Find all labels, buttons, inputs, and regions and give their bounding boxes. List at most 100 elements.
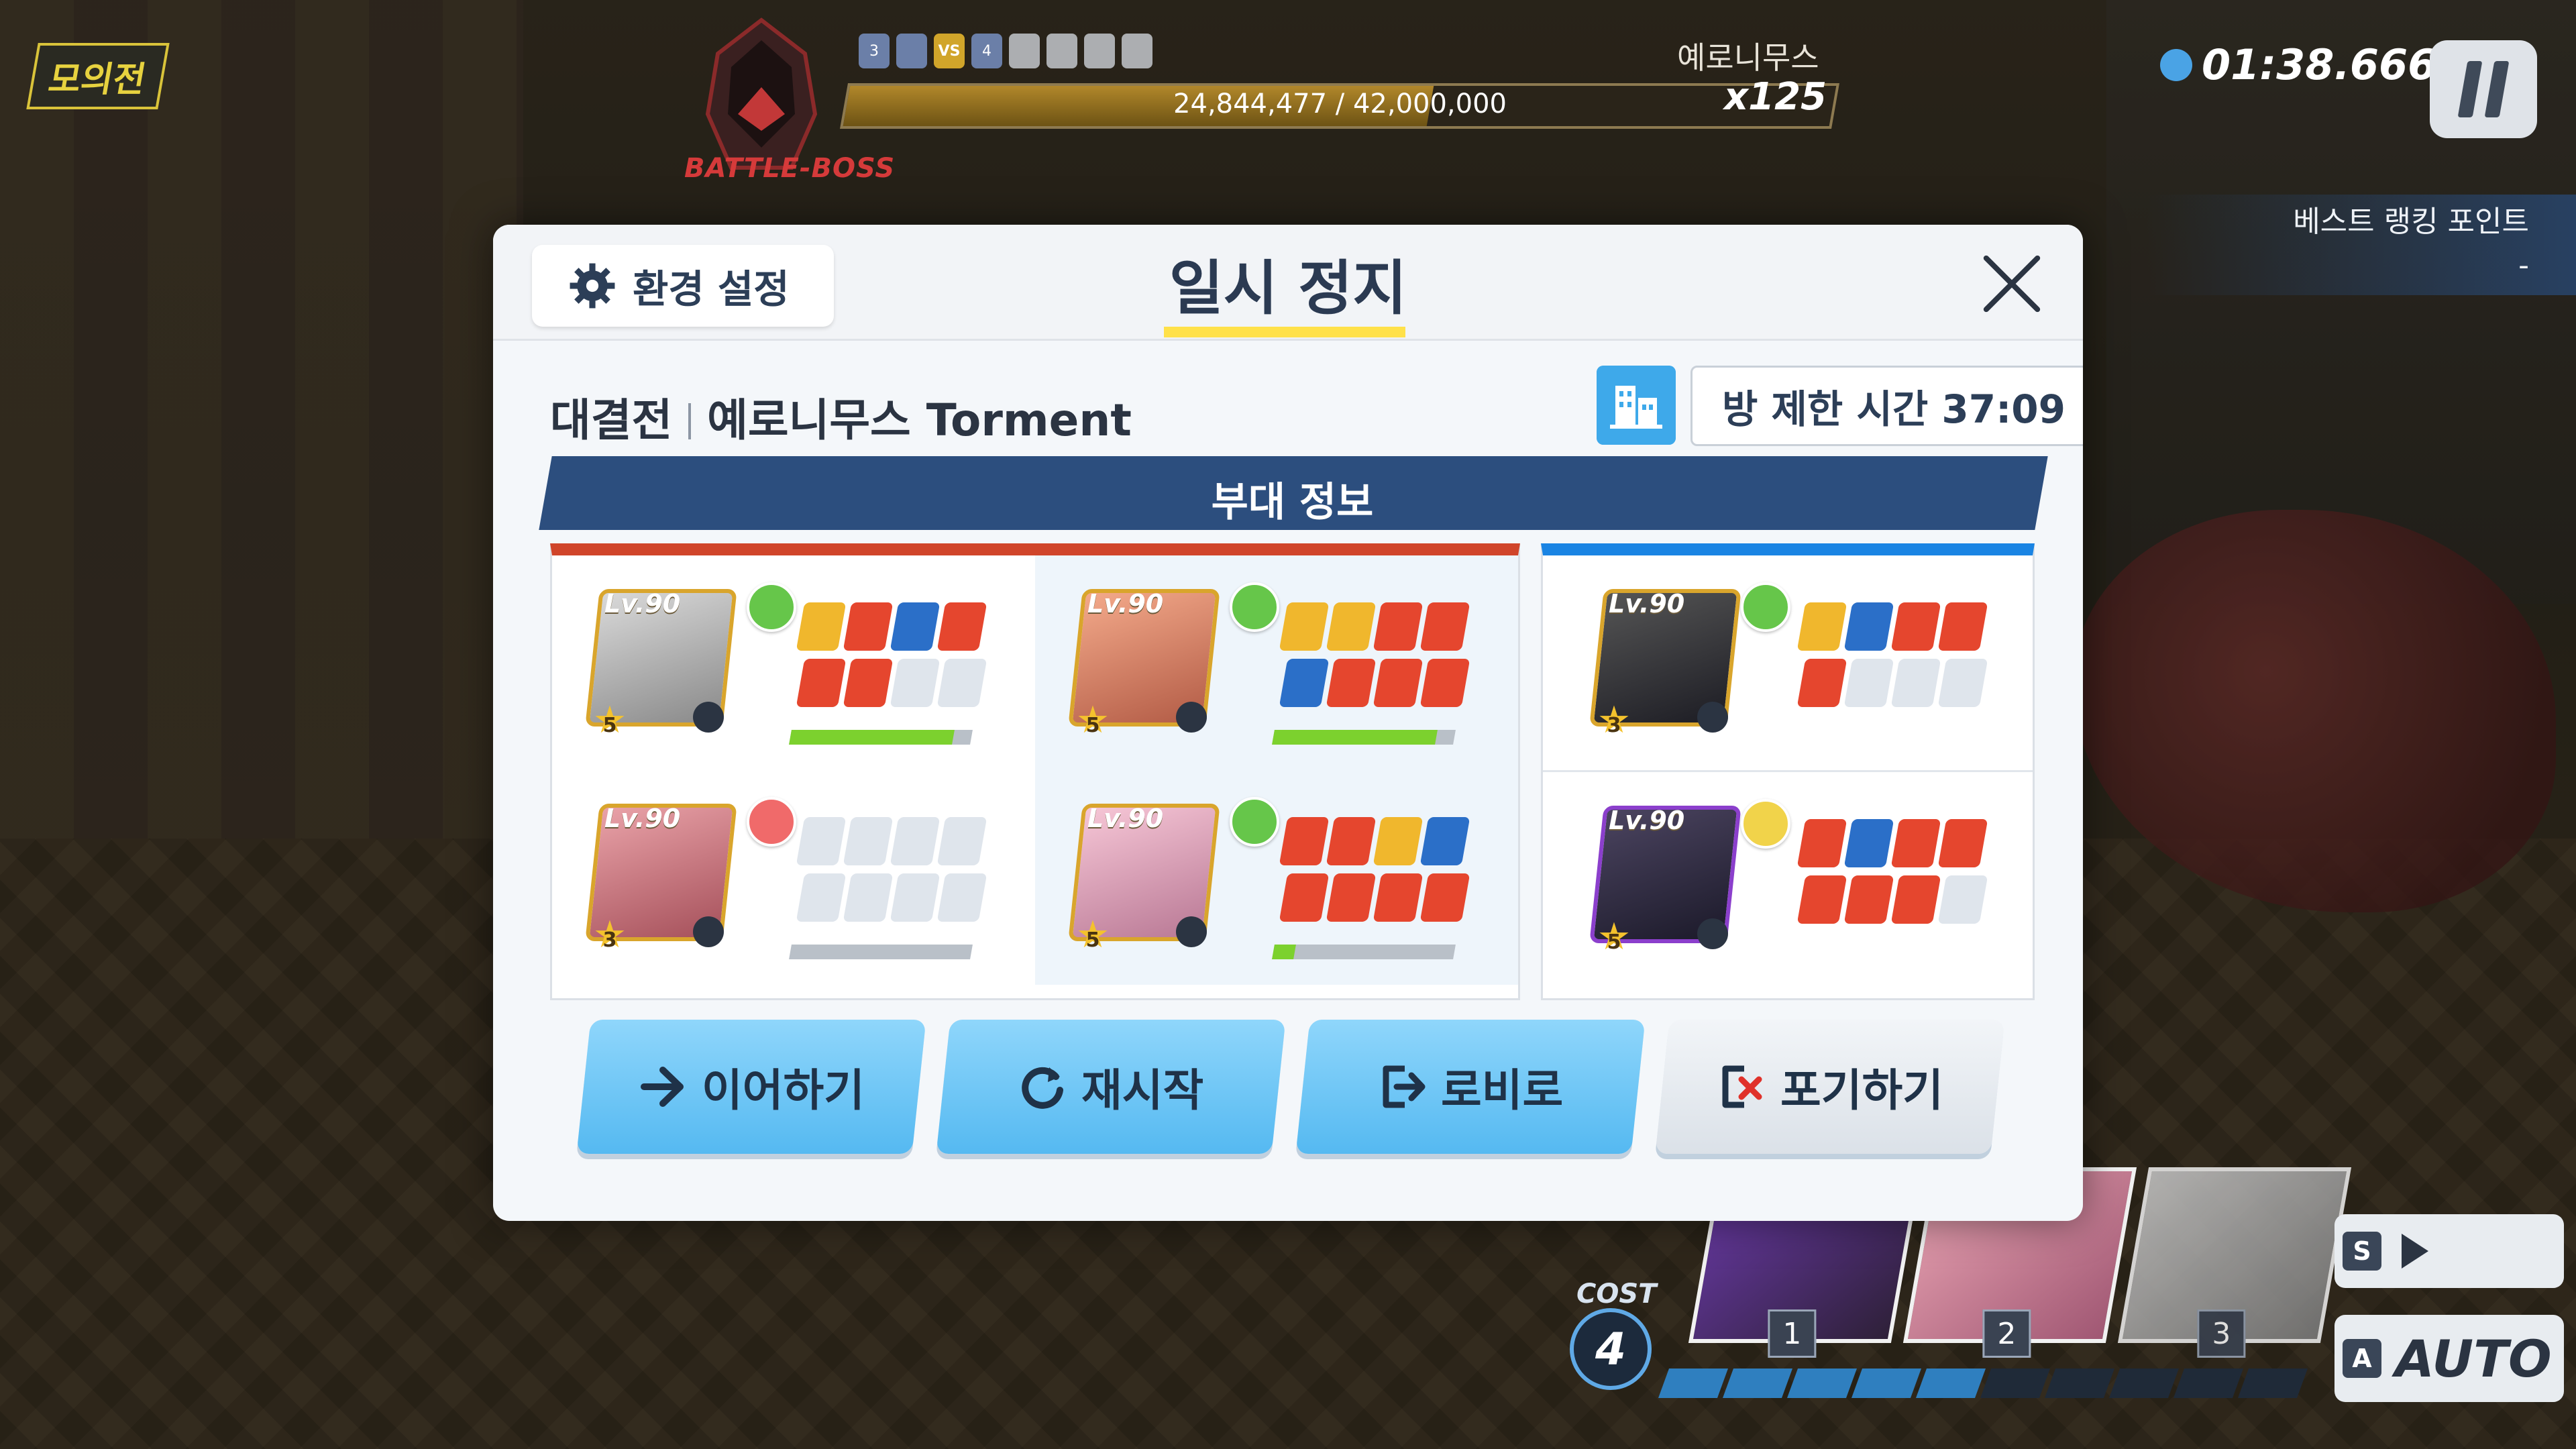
buff-slot-empty <box>796 873 847 922</box>
buff-icon <box>936 602 987 651</box>
unit-level: Lv.90 <box>1087 804 1164 833</box>
buff-slot-empty <box>890 817 941 865</box>
buff-slot-empty <box>843 873 894 922</box>
mood-neutral-icon <box>1741 799 1790 849</box>
restart-button[interactable]: 재시작 <box>936 1020 1286 1154</box>
cost-label: COST <box>1576 1279 1657 1309</box>
cost-bar <box>1658 1368 2308 1398</box>
buff-icon <box>1843 602 1894 651</box>
boss-badge-empty <box>1009 34 1040 68</box>
continue-button[interactable]: 이어하기 <box>576 1020 926 1154</box>
unit-slot[interactable]: Lv.90 ★ 3 <box>552 770 1035 985</box>
skip-button[interactable]: S <box>2334 1214 2564 1288</box>
auto-label: AUTO <box>2395 1328 2552 1389</box>
role-icon <box>1176 702 1207 733</box>
cost-segment <box>1915 1368 1986 1398</box>
boss-name: 예로니무스 <box>1677 40 1819 76</box>
unit-slot[interactable]: Lv.90 ★ 5 <box>1035 555 1518 770</box>
mood-angry-icon <box>747 797 796 847</box>
unit-slot[interactable]: Lv.90 ★ 5 <box>552 555 1035 770</box>
action-buttons: 이어하기 재시작 로비로 포기하기 <box>576 1020 2005 1154</box>
cost-segment <box>2173 1368 2244 1398</box>
star-icon: ★ 3 <box>1597 698 1631 742</box>
pause-icon <box>2457 61 2483 117</box>
boss-badge: 4 <box>971 34 1002 68</box>
unit-slot[interactable]: Lv.90 ★ 3 <box>1543 555 2033 770</box>
clock-icon <box>2160 48 2192 81</box>
cost-segment <box>1851 1368 1922 1398</box>
restart-icon <box>1022 1067 1063 1109</box>
give-up-button[interactable]: 포기하기 <box>1655 1020 2005 1154</box>
rank-label: 베스트 랭킹 포인트 <box>2293 205 2529 239</box>
pause-button[interactable] <box>2430 40 2537 138</box>
close-icon[interactable] <box>1977 250 2044 317</box>
buff-icon <box>1373 659 1424 707</box>
team-red: Lv.90 ★ 5 Lv.90 ★ 5 Lv.90 ★ 3 Lv.90 ★ 5 <box>550 543 1520 1000</box>
cost-segment <box>2108 1368 2180 1398</box>
buff-slot-empty <box>936 873 987 922</box>
mood-cool-icon <box>1230 582 1279 632</box>
boss-badge-empty <box>1084 34 1115 68</box>
pause-icon <box>2484 61 2510 117</box>
boss-label: BATTLE-BOSS <box>684 153 896 184</box>
unit-slot[interactable]: Lv.90 ★ 5 <box>1035 770 1518 985</box>
boss-badge: 3 <box>859 34 890 68</box>
best-ranking-panel: 베스트 랭킹 포인트 - <box>2147 195 2576 295</box>
star-icon: ★ 3 <box>592 913 627 957</box>
lobby-button[interactable]: 로비로 <box>1295 1020 1646 1154</box>
star-icon: ★ 5 <box>1075 913 1110 957</box>
restart-label: 재시작 <box>1081 1065 1204 1116</box>
unit-stars: 5 <box>602 714 617 737</box>
role-icon <box>1697 702 1728 733</box>
mode-tag: 모의전 <box>26 43 170 109</box>
boss-hp-text: 24,844,477 / 42,000,000 <box>1173 89 1507 119</box>
squad-banner: 부대 정보 <box>539 456 2048 530</box>
boss-badge-empty <box>1122 34 1152 68</box>
arrow-right-icon <box>640 1067 684 1107</box>
unit-stars: 3 <box>1607 714 1621 737</box>
buff-icon <box>1279 817 1330 865</box>
buff-icon <box>1890 819 1941 867</box>
star-icon: ★ 5 <box>1597 915 1631 959</box>
unit-hp-bar <box>789 730 973 745</box>
unit-stars: 5 <box>1085 714 1100 737</box>
buff-icons <box>796 817 1002 922</box>
buff-icon <box>1279 602 1330 651</box>
cost-segment <box>2044 1368 2115 1398</box>
auto-key: A <box>2343 1339 2381 1378</box>
buff-icon <box>1937 602 1988 651</box>
unit-hp-bar <box>1272 945 1456 959</box>
unit-level: Lv.90 <box>1087 589 1164 619</box>
give-up-icon <box>1722 1065 1762 1108</box>
buff-icon <box>1419 873 1470 922</box>
buff-icon <box>1279 659 1330 707</box>
buff-icons <box>796 602 1002 707</box>
boss-badges: 3 VS 4 <box>859 34 1152 68</box>
dialog-header: 환경 설정 일시 정지 <box>493 225 2083 341</box>
buff-icon <box>1326 873 1377 922</box>
star-icon: ★ 5 <box>592 698 627 742</box>
unit-level: Lv.90 <box>1609 589 1685 619</box>
unit-hp-bar <box>789 945 973 959</box>
buff-icon <box>843 602 894 651</box>
auto-button[interactable]: A AUTO <box>2334 1315 2564 1402</box>
squad-banner-text: 부대 정보 <box>1211 479 1374 526</box>
mood-happy-icon <box>747 582 796 632</box>
unit-hp-fill <box>1272 730 1438 745</box>
unit-level: Lv.90 <box>604 804 681 833</box>
buff-icons <box>1796 602 2002 707</box>
unit-hp-bar <box>1272 730 1456 745</box>
role-icon <box>1176 916 1207 947</box>
building-icon[interactable] <box>1597 366 1676 445</box>
battle-name: 예로니무스 Torment <box>707 394 1132 446</box>
unit-hp-fill <box>789 945 792 959</box>
team-blue: Lv.90 ★ 3 Lv.90 ★ 5 <box>1541 543 2035 1000</box>
buff-icon <box>1890 875 1941 924</box>
unit-slot[interactable]: Lv.90 ★ 5 <box>1543 770 2033 985</box>
party-card[interactable]: 3 <box>2117 1167 2352 1358</box>
buff-icon <box>1937 819 1988 867</box>
give-up-label: 포기하기 <box>1780 1065 1943 1116</box>
buff-icon <box>1796 875 1847 924</box>
buff-icon <box>1843 819 1894 867</box>
timer-text: 01:38.666 <box>2202 40 2437 89</box>
